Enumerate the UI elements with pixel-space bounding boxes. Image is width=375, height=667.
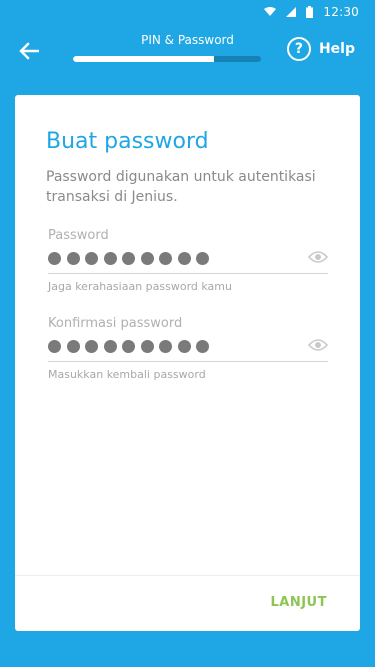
mask-dot (177, 252, 191, 265)
mask-dot (140, 340, 154, 353)
help-label: Help (318, 41, 355, 57)
eye-icon (307, 339, 329, 351)
form-description: Password digunakan untuk autentikasi tra… (46, 169, 316, 205)
confirm-password-underline (48, 361, 328, 362)
wifi-icon (264, 7, 277, 16)
mask-dot (196, 340, 209, 353)
signal-icon (286, 7, 297, 17)
help-icon: ? (286, 37, 311, 61)
password-field[interactable]: Password Jaga kerahasiaan password kamu (48, 228, 329, 293)
mask-dot (48, 252, 61, 265)
status-time: 12:30 (323, 5, 359, 19)
help-button[interactable]: ? Help (286, 37, 355, 61)
status-icons: 12:30 (264, 5, 359, 19)
form-title: Buat password (46, 129, 209, 154)
mask-dot (48, 340, 61, 353)
mask-dot (122, 340, 135, 353)
mask-dot (66, 340, 80, 353)
confirm-password-field[interactable]: Konfirmasi password Masukkan kembali pas… (48, 316, 329, 381)
app-header: PIN & Password ? Help (0, 24, 375, 80)
password-form-card: Buat password Password digunakan untuk a… (15, 95, 360, 631)
eye-icon (307, 251, 329, 263)
password-visibility-toggle[interactable] (307, 249, 329, 268)
mask-dot (85, 252, 98, 265)
mask-dot (159, 340, 172, 353)
confirm-password-helper-text: Masukkan kembali password (48, 368, 206, 381)
step-progress-fill (73, 56, 214, 62)
password-helper-text: Jaga kerahasiaan password kamu (48, 280, 232, 293)
mask-dot (177, 340, 191, 353)
confirm-password-label: Konfirmasi password (48, 316, 183, 331)
mask-dot (103, 252, 117, 265)
status-bar: 12:30 (0, 0, 375, 24)
card-footer: LANJUT (15, 575, 360, 631)
mask-dot (196, 252, 209, 265)
mask-dot (159, 252, 172, 265)
confirm-password-visibility-toggle[interactable] (307, 337, 329, 356)
mask-dot (140, 252, 154, 265)
mask-dot (85, 340, 98, 353)
mask-dot (122, 252, 135, 265)
password-label: Password (48, 228, 109, 243)
mask-dot (66, 252, 80, 265)
password-underline (48, 273, 328, 274)
mask-dot (103, 340, 117, 353)
confirm-password-masked-value[interactable] (48, 340, 209, 353)
step-progress-bar (73, 56, 261, 62)
battery-icon (306, 6, 314, 18)
password-masked-value[interactable] (48, 252, 209, 265)
next-button[interactable]: LANJUT (271, 595, 328, 610)
